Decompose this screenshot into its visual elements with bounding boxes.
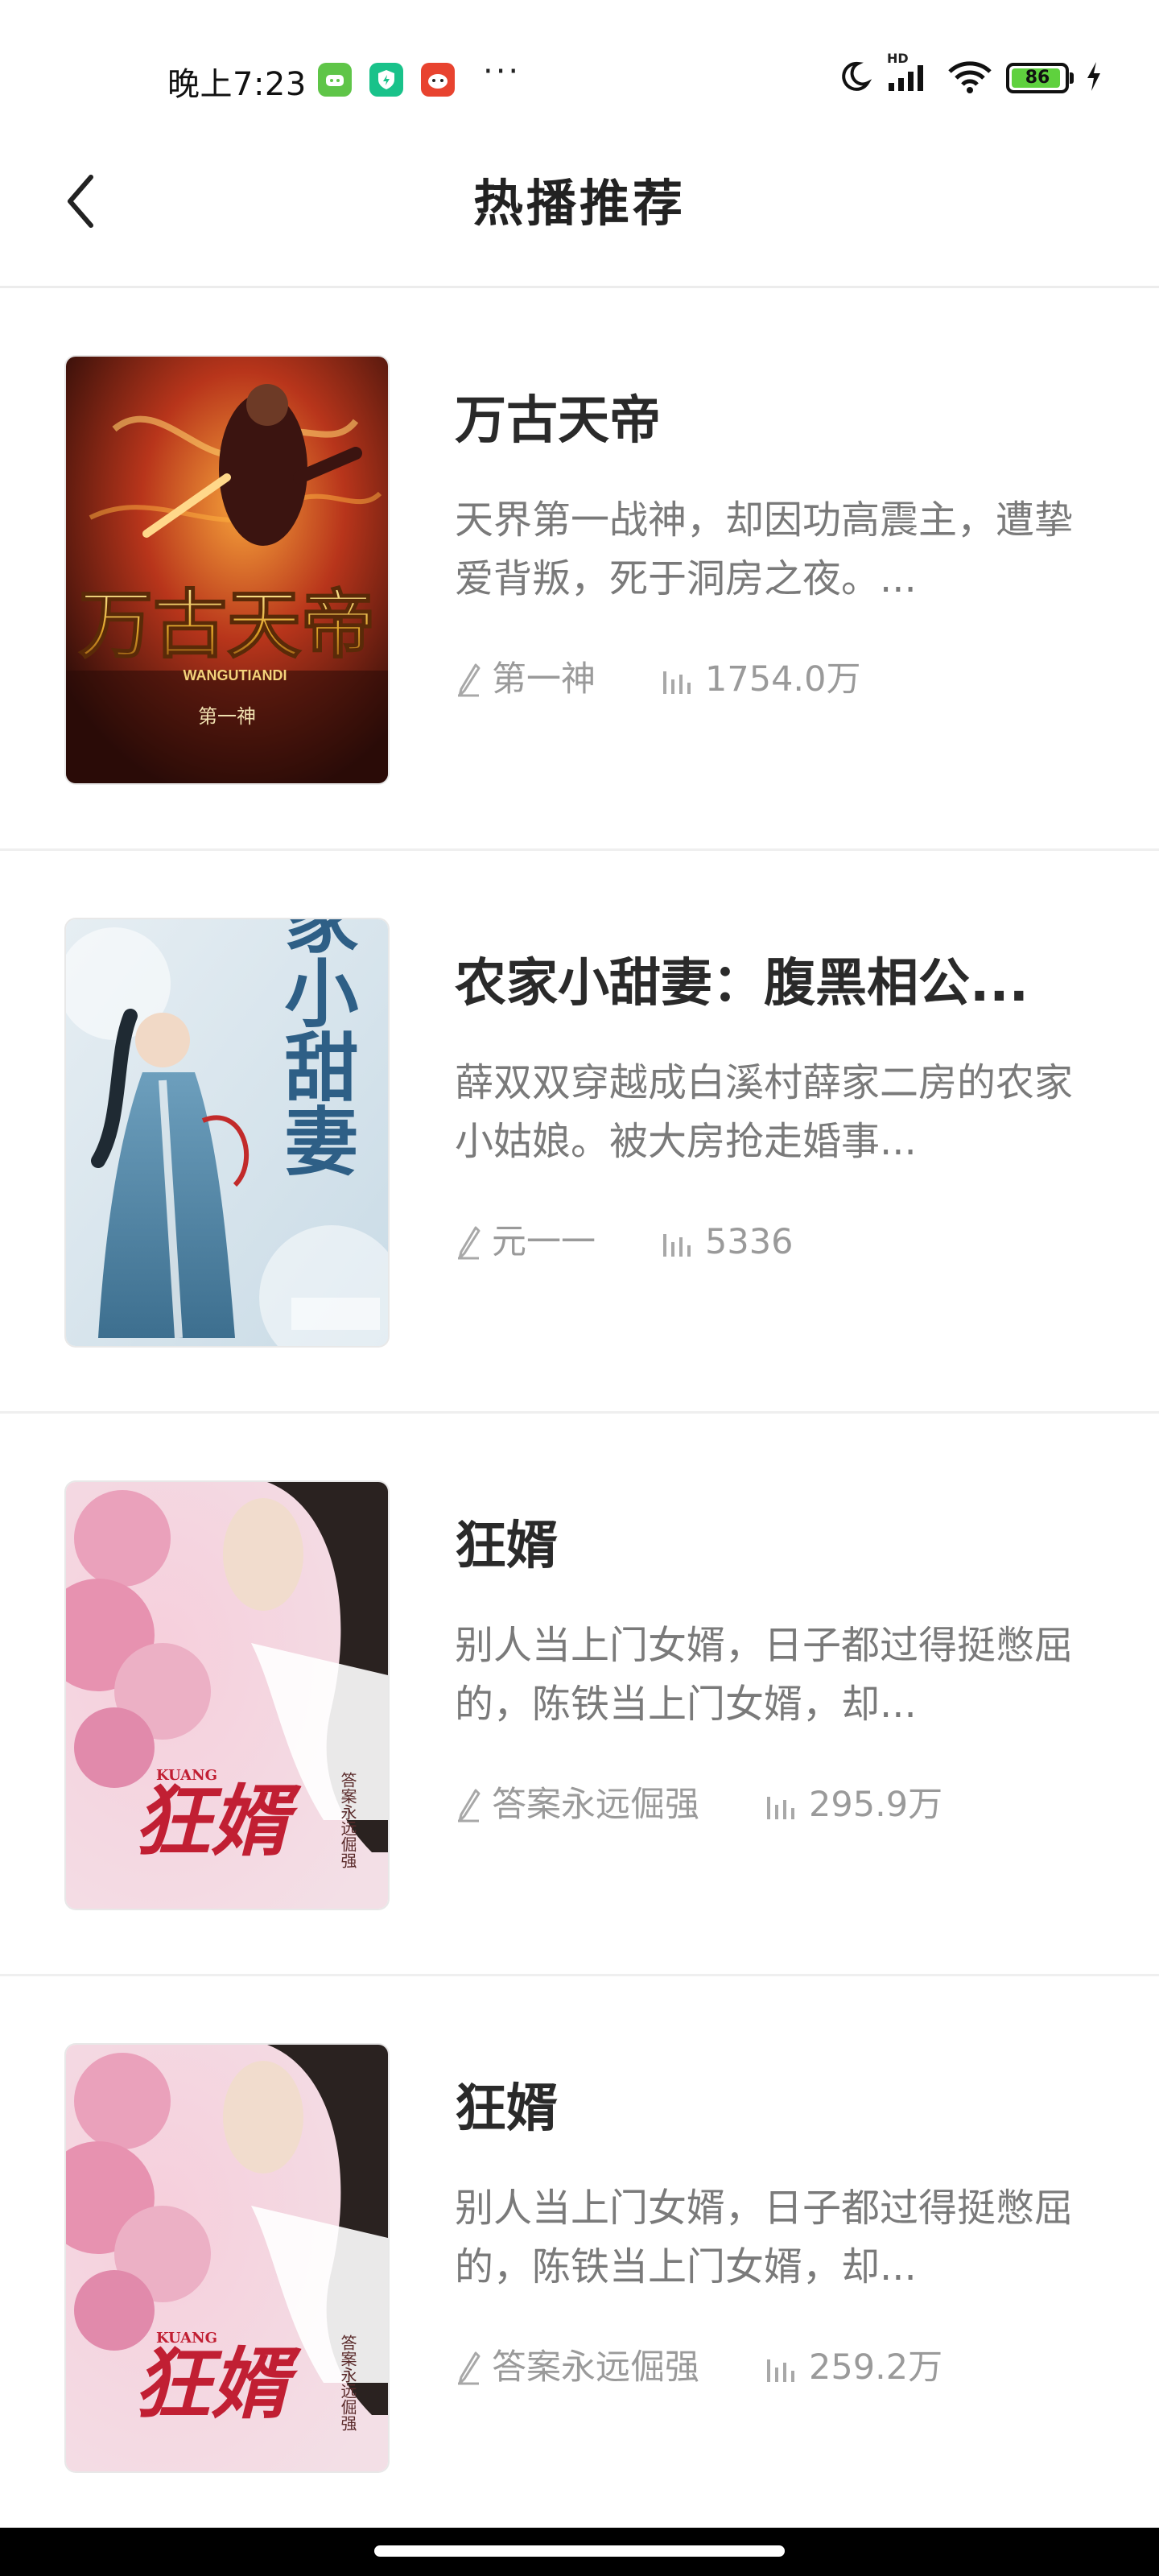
cover-title: 狂婿 [134, 1776, 302, 1867]
book-meta: 答案永远倔强 295.9万 [455, 1781, 1095, 1829]
book-author: 第一神 [455, 655, 596, 704]
book-reads: 1754.0万 [660, 655, 860, 704]
reads-count: 5336 [705, 1222, 794, 1262]
signal-icon: HD [885, 51, 934, 97]
home-indicator [0, 2528, 1159, 2576]
book-reads: 259.2万 [764, 2343, 942, 2392]
charging-icon [1085, 60, 1103, 96]
book-meta: 答案永远倔强 259.2万 [455, 2343, 1095, 2392]
cover-subtitle: WANGUTIANDI [184, 667, 287, 683]
book-description: 别人当上门女婿，日子都过得挺憋屈的，陈铁当上门女婿，却... [455, 1623, 1074, 1727]
book-info: 狂婿 别人当上门女婿，日子都过得挺憋屈的，陈铁当上门女婿，却... 答案永远倔强… [455, 2073, 1095, 2392]
book-info: 农家小甜妻：腹黑相公... 薛双双穿越成白溪村薛家二房的农家小姑娘。被大房抢走婚… [455, 947, 1095, 1266]
pen-icon [458, 663, 481, 697]
book-title[interactable]: 狂婿 [455, 2073, 1095, 2145]
book-author: 元一一 [455, 1218, 596, 1266]
book-cover[interactable]: 万古天帝 WANGUTIANDI 第一神 [66, 357, 388, 783]
book-reads: 5336 [660, 1218, 793, 1266]
page-title: 热播推荐 [472, 174, 686, 233]
book-cover[interactable]: 狂婿 KUANG 答案永远倔强 [66, 1482, 388, 1909]
bar-chart-icon [663, 671, 691, 694]
reads-count: 295.9万 [809, 1785, 943, 1825]
book-title[interactable]: 万古天帝 [455, 385, 1095, 457]
author-name: 第一神 [492, 659, 596, 700]
more-notifications-icon: ··· [483, 53, 522, 90]
book-cover[interactable]: 农家小甜妻 [66, 919, 388, 1346]
book-description: 薛双双穿越成白溪村薛家二房的农家小姑娘。被大房抢走婚事... [455, 1060, 1074, 1164]
author-name: 答案永远倔强 [492, 1785, 699, 1825]
pen-icon [458, 1226, 481, 1260]
book-description: 别人当上门女婿，日子都过得挺憋屈的，陈铁当上门女婿，却... [455, 2186, 1074, 2289]
cover-author: 第一神 [198, 705, 256, 728]
book-author: 答案永远倔强 [455, 2343, 699, 2392]
book-reads: 295.9万 [764, 1781, 942, 1829]
cover-author: 答案永远倔强 [338, 1772, 357, 1868]
nav-header: 热播推荐 [0, 121, 1159, 288]
mascot-notification-icon [421, 63, 455, 97]
book-title[interactable]: 农家小甜妻：腹黑相公... [455, 947, 1095, 1020]
wifi-icon [947, 59, 993, 97]
author-name: 答案永远倔强 [492, 2347, 699, 2388]
book-item[interactable]: 狂婿 KUANG 答案永远倔强 狂婿 别人当上门女婿，日子都过得挺憋屈的，陈铁当… [0, 1976, 1159, 2539]
book-info: 狂婿 别人当上门女婿，日子都过得挺憋屈的，陈铁当上门女婿，却... 答案永远倔强… [455, 1510, 1095, 1829]
cover-subtitle: KUANG [156, 1767, 217, 1784]
author-name: 元一一 [492, 1222, 596, 1262]
reads-count: 259.2万 [809, 2347, 943, 2388]
bar-chart-icon [767, 1797, 794, 1819]
bar-chart-icon [767, 2359, 794, 2382]
cover-title: 农家小甜妻 [272, 919, 359, 1177]
book-item[interactable]: 万古天帝 WANGUTIANDI 第一神 万古天帝 天界第一战神，却因功高震主，… [0, 288, 1159, 851]
pen-icon [458, 2351, 481, 2385]
pen-icon [458, 1789, 481, 1823]
book-item[interactable]: 农家小甜妻 农家小甜妻：腹黑相公... 薛双双穿越成白溪村薛家二房的农家小姑娘。… [0, 851, 1159, 1414]
book-meta: 元一一 5336 [455, 1218, 1095, 1266]
do-not-disturb-icon [837, 59, 872, 97]
book-cover[interactable]: 狂婿 KUANG 答案永远倔强 [66, 2045, 388, 2471]
cover-author: 答案永远倔强 [338, 2334, 357, 2431]
reads-count: 1754.0万 [705, 659, 861, 700]
home-bar[interactable] [374, 2545, 785, 2557]
status-bar: 晚上7:23 ··· HD 86 [0, 0, 1159, 121]
book-title[interactable]: 狂婿 [455, 1510, 1095, 1583]
network-label: HD [887, 51, 909, 66]
cover-title: 狂婿 [134, 2339, 302, 2429]
book-info: 万古天帝 天界第一战神，却因功高震主，遭挚爱背叛，死于洞房之夜。... 第一神 … [455, 385, 1095, 704]
book-list: 万古天帝 WANGUTIANDI 第一神 万古天帝 天界第一战神，却因功高震主，… [0, 288, 1159, 2539]
book-item[interactable]: 狂婿 KUANG 答案永远倔强 狂婿 别人当上门女婿，日子都过得挺憋屈的，陈铁当… [0, 1414, 1159, 1976]
battery-level: 86 [1025, 68, 1050, 88]
battery-icon: 86 [1006, 63, 1074, 93]
cover-subtitle: KUANG [156, 2330, 217, 2347]
bar-chart-icon [663, 1234, 691, 1257]
book-description: 天界第一战神，却因功高震主，遭挚爱背叛，死于洞房之夜。... [455, 497, 1074, 601]
status-time: 晚上7:23 [167, 66, 307, 103]
cover-title: 万古天帝 [79, 581, 375, 668]
shield-notification-icon [369, 63, 403, 97]
app-notification-icon [318, 63, 352, 97]
book-meta: 第一神 1754.0万 [455, 655, 1095, 704]
book-author: 答案永远倔强 [455, 1781, 699, 1829]
